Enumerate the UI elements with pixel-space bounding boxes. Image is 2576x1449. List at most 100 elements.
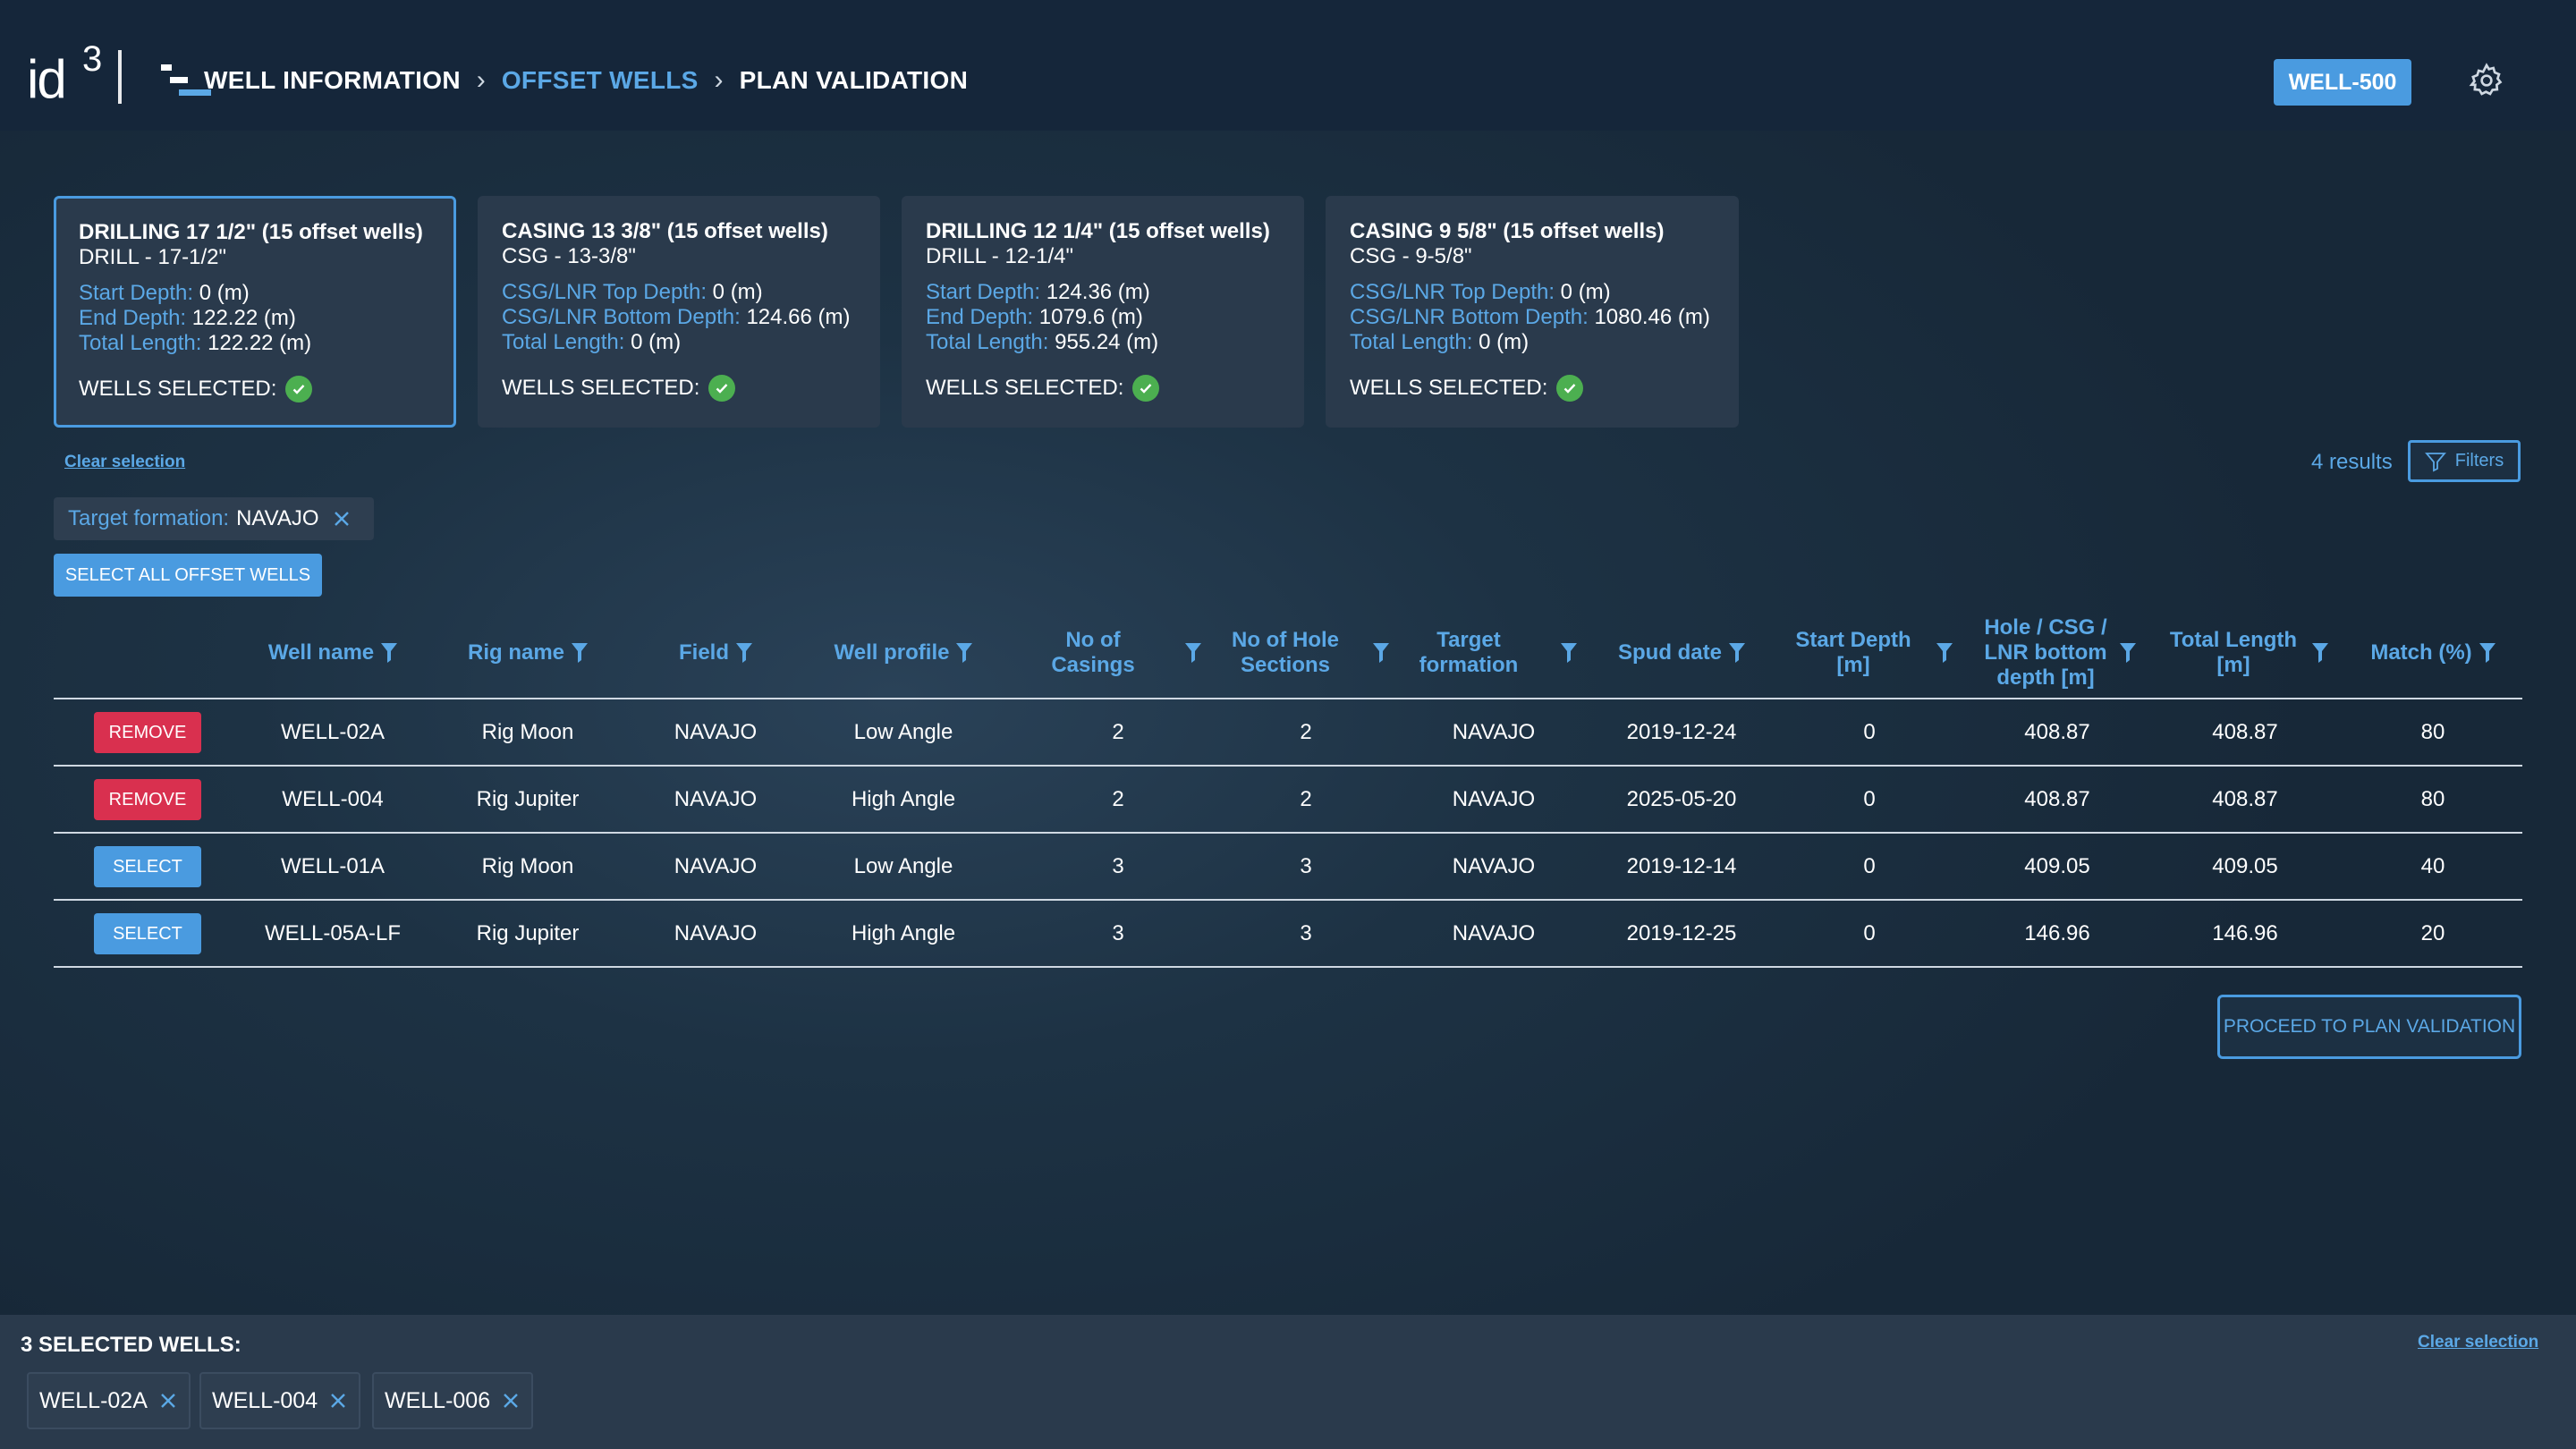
- card-title: CASING 13 3/8" (15 offset wells): [502, 219, 828, 243]
- column-header-label: No of Casings: [1051, 628, 1135, 677]
- check-circle-icon: [285, 376, 313, 402]
- column-header-no-of-casings[interactable]: No of Casings: [1029, 608, 1208, 698]
- filter-icon[interactable]: [572, 643, 589, 663]
- column-header-target-formation[interactable]: Target formation: [1404, 608, 1583, 698]
- card-value: 122.22 (m): [191, 306, 296, 330]
- select-all-offset-wells-button[interactable]: SELECT ALL OFFSET WELLS: [54, 554, 322, 597]
- column-header-label: Total Length [m]: [2169, 628, 2298, 677]
- active-filter-chip: Target formation: NAVAJO: [54, 497, 374, 540]
- card-label: End Depth:: [79, 306, 187, 330]
- cell-well-profile: High Angle: [851, 921, 956, 945]
- card-value: 1079.6 (m): [1038, 305, 1143, 329]
- breadcrumb-offset-wells[interactable]: OFFSET WELLS: [502, 66, 699, 95]
- column-header-label: Spud date: [1617, 640, 1722, 665]
- column-header-rig-name[interactable]: Rig name: [456, 608, 599, 698]
- cell-total-length: 408.87: [2212, 720, 2278, 744]
- filter-icon[interactable]: [956, 643, 973, 663]
- selected-wells-title: 3 SELECTED WELLS:: [21, 1333, 242, 1357]
- proceed-to-plan-validation-button[interactable]: PROCEED TO PLAN VALIDATION: [2217, 995, 2521, 1059]
- column-header-start-depth[interactable]: Start Depth [m]: [1780, 608, 1959, 698]
- column-header-match[interactable]: Match (%): [2343, 608, 2522, 698]
- cell-field: NAVAJO: [674, 787, 758, 811]
- column-header-total-length[interactable]: Total Length [m]: [2156, 608, 2334, 698]
- current-well-badge[interactable]: WELL-500: [2274, 59, 2411, 106]
- cell-bottom-depth: 408.87: [2024, 787, 2090, 811]
- column-header-well-name[interactable]: Well name: [261, 608, 404, 698]
- logo-divider: [118, 50, 122, 104]
- chevron-right-icon: ›: [714, 65, 724, 95]
- card-label: CSG/LNR Bottom Depth:: [502, 305, 741, 329]
- filter-icon[interactable]: [1373, 643, 1389, 663]
- cell-no-of-casings: 2: [1112, 720, 1124, 744]
- wells-selected-label: WELLS SELECTED:: [502, 376, 700, 400]
- column-header-label: Start Depth [m]: [1795, 628, 1911, 677]
- section-card-casing-9-5-8[interactable]: CASING 9 5/8" (15 offset wells) CSG - 9-…: [1326, 196, 1739, 428]
- check-circle-icon: [1132, 375, 1160, 402]
- cell-well-profile: Low Angle: [853, 720, 953, 744]
- cell-bottom-depth: 409.05: [2024, 854, 2090, 878]
- close-icon[interactable]: [501, 1391, 521, 1411]
- select-button[interactable]: SELECT: [94, 846, 201, 887]
- cell-start-depth: 0: [1863, 720, 1876, 744]
- cell-well-profile: Low Angle: [853, 854, 953, 878]
- filter-icon[interactable]: [736, 643, 752, 663]
- filter-icon[interactable]: [2120, 643, 2136, 663]
- selected-well-chip: WELL-006: [372, 1372, 534, 1429]
- filter-icon[interactable]: [2479, 643, 2496, 663]
- section-card-drilling-12-1-4[interactable]: DRILLING 12 1/4" (15 offset wells) DRILL…: [902, 196, 1304, 428]
- footer-clear-selection-link[interactable]: Clear selection: [2418, 1333, 2538, 1352]
- filter-icon[interactable]: [1185, 643, 1201, 663]
- select-button[interactable]: SELECT: [94, 913, 201, 954]
- logo-superscript: 3: [82, 39, 103, 79]
- close-icon[interactable]: [158, 1391, 178, 1411]
- column-header-label: Target formation: [1419, 628, 1519, 677]
- filter-icon[interactable]: [2312, 643, 2328, 663]
- filter-icon[interactable]: [381, 643, 398, 663]
- wells-selected-label: WELLS SELECTED:: [79, 377, 277, 401]
- column-header-bottom-depth[interactable]: Hole / CSG / LNR bottom depth [m]: [1968, 608, 2147, 698]
- remove-button[interactable]: REMOVE: [94, 779, 201, 820]
- filter-icon[interactable]: [1729, 643, 1745, 663]
- breadcrumb-well-information[interactable]: WELL INFORMATION: [204, 66, 461, 95]
- column-header-well-profile[interactable]: Well profile: [823, 608, 984, 698]
- card-subtitle: CSG - 9-5/8": [1350, 244, 1472, 268]
- table-row: SELECT WELL-05A-LF Rig Jupiter NAVAJO Hi…: [54, 901, 2522, 968]
- filter-chip-value: NAVAJO: [236, 506, 319, 530]
- card-value: 0 (m): [199, 281, 250, 305]
- breadcrumb-plan-validation[interactable]: PLAN VALIDATION: [740, 66, 968, 95]
- section-card-drilling-17-1-2[interactable]: DRILLING 17 1/2" (15 offset wells) DRILL…: [54, 196, 456, 428]
- cell-rig-name: Rig Jupiter: [476, 787, 580, 811]
- section-card-casing-13-3-8[interactable]: CASING 13 3/8" (15 offset wells) CSG - 1…: [478, 196, 880, 428]
- cell-target-formation: NAVAJO: [1452, 787, 1536, 811]
- column-header-field[interactable]: Field: [653, 608, 778, 698]
- cell-target-formation: NAVAJO: [1452, 921, 1536, 945]
- card-label: CSG/LNR Top Depth:: [502, 280, 707, 304]
- close-icon[interactable]: [332, 509, 352, 529]
- filters-label: Filters: [2454, 451, 2504, 470]
- card-subtitle: DRILL - 17-1/2": [79, 245, 227, 269]
- clear-selection-link[interactable]: Clear selection: [64, 453, 185, 472]
- table-row: SELECT WELL-01A Rig Moon NAVAJO Low Angl…: [54, 834, 2522, 901]
- gear-icon[interactable]: [2469, 63, 2504, 98]
- filter-icon[interactable]: [1561, 643, 1577, 663]
- cell-match: 20: [2420, 921, 2445, 945]
- card-value: 124.36 (m): [1046, 280, 1150, 304]
- card-value: 0 (m): [712, 280, 763, 304]
- column-header-spud-date[interactable]: Spud date: [1592, 608, 1771, 698]
- cell-well-name: WELL-004: [282, 787, 384, 811]
- remove-button[interactable]: REMOVE: [94, 712, 201, 753]
- filters-button[interactable]: Filters: [2408, 440, 2521, 482]
- close-icon[interactable]: [328, 1391, 348, 1411]
- column-header-label: Well profile: [834, 640, 950, 665]
- table-row: REMOVE WELL-02A Rig Moon NAVAJO Low Angl…: [54, 699, 2522, 767]
- card-label: CSG/LNR Bottom Depth:: [1350, 305, 1589, 329]
- cell-total-length: 409.05: [2212, 854, 2278, 878]
- column-header-no-of-hole-sections[interactable]: No of Hole Sections: [1216, 608, 1395, 698]
- filter-icon[interactable]: [1936, 643, 1953, 663]
- column-header-label: Match (%): [2370, 640, 2472, 665]
- cell-total-length: 146.96: [2212, 921, 2278, 945]
- card-value: 0 (m): [1560, 280, 1611, 304]
- card-label: Total Length:: [502, 330, 625, 354]
- card-label: Start Depth:: [79, 281, 194, 305]
- cell-well-name: WELL-05A-LF: [264, 921, 402, 945]
